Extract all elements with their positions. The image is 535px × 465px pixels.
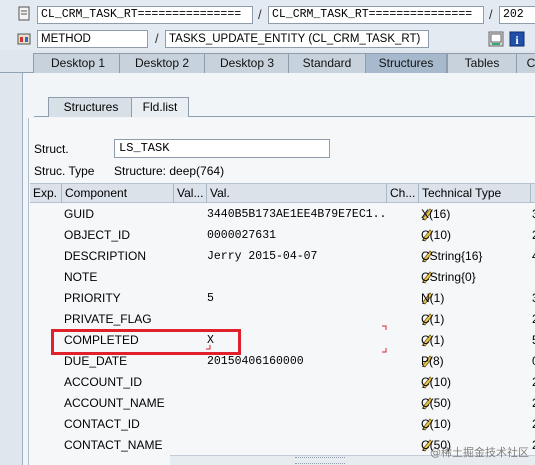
component-cell: ACCOUNT_ID (64, 375, 143, 389)
col-header-technical-type[interactable]: Technical Type (419, 184, 531, 203)
desktop-tab-strip: Desktop 1 Desktop 2 Desktop 3 Standard S… (0, 51, 535, 73)
table-row: CONTACT_IDC(10)2 (30, 414, 535, 435)
class-field-2[interactable]: CL_CRM_TASK_RT=============== (268, 6, 484, 24)
technical-type-cell: C(10) (421, 228, 452, 242)
method-value-field[interactable]: TASKS_UPDATE_ENTITY (CL_CRM_TASK_RT) (165, 30, 429, 48)
col-header-val-short[interactable]: Val... (174, 184, 207, 203)
table-header: Exp. Component Val... Val. Ch... Technic… (30, 183, 535, 203)
component-cell: NOTE (64, 270, 98, 284)
component-cell: PRIVATE_FLAG (64, 312, 152, 326)
scroll-grip-icon[interactable] (295, 457, 345, 464)
struct-label: Struct. (34, 142, 69, 156)
technical-type-cell: C(10) (421, 375, 452, 389)
struc-type-label: Struc. Type (34, 164, 95, 178)
tab-desktop-1[interactable]: Desktop 1 (33, 53, 123, 73)
value-cell[interactable] (207, 414, 385, 435)
technical-type-cell: C(1) (421, 312, 445, 326)
tab-desktop-3[interactable]: Desktop 3 (204, 53, 290, 73)
struct-name-input[interactable]: LS_TASK (114, 139, 330, 158)
watermark: @稀土掘金技术社区 (430, 446, 529, 459)
class-field-1[interactable]: CL_CRM_TASK_RT=============== (37, 6, 253, 24)
technical-type-cell: CString{0} (421, 270, 476, 284)
table-row: ACCOUNT_IDC(10)2 (30, 372, 535, 393)
value-cell[interactable] (207, 309, 385, 330)
separator: / (489, 7, 493, 22)
value-cell[interactable] (207, 372, 385, 393)
component-cell: OBJECT_ID (64, 228, 131, 242)
value-cell[interactable] (207, 393, 385, 414)
technical-type-cell: CString{16} (421, 249, 483, 263)
value-cell[interactable] (207, 435, 385, 456)
value-cell[interactable]: 3440B5B173AE1EE4B79E7EC1... (207, 204, 385, 225)
table-row: ACCOUNT_NAMEC(50)2 (30, 393, 535, 414)
table-row: DESCRIPTIONJerry 2015-04-07CString{16}4 (30, 246, 535, 267)
toolbar-row-1: CL_CRM_TASK_RT=============== / CL_CRM_T… (0, 0, 535, 28)
technical-type-cell: P(8) (421, 354, 444, 368)
table-row: PRIVATE_FLAGC(1)2 (30, 309, 535, 330)
separator: / (258, 7, 262, 22)
component-cell: CONTACT_NAME (64, 438, 163, 452)
technical-type-cell: C(1) (421, 333, 445, 347)
value-cell[interactable]: 0000027631 (207, 225, 385, 246)
value-cell[interactable] (207, 267, 385, 288)
table-row: PRIORITY5N(1)3 (30, 288, 535, 309)
tab-more[interactable]: C (516, 53, 535, 73)
component-cell: DESCRIPTION (64, 249, 147, 263)
component-cell: GUID (64, 207, 94, 221)
col-header-change[interactable]: Ch... (387, 184, 419, 203)
doc-icon (16, 6, 32, 22)
component-cell: PRIORITY (64, 291, 121, 305)
highlight-box (51, 329, 241, 355)
method-label: METHOD (37, 30, 148, 48)
table-row: OBJECT_ID0000027631C(10)2 (30, 225, 535, 246)
subtab-fld-list[interactable]: Fld.list (131, 97, 189, 117)
cursor-mark (382, 325, 387, 353)
component-cell: CONTACT_ID (64, 417, 140, 431)
cursor-mark-left (206, 345, 211, 350)
technical-type-cell: X(16) (421, 207, 451, 221)
tab-desktop-2[interactable]: Desktop 2 (119, 53, 205, 73)
struc-type-value: Structure: deep(764) (114, 164, 225, 178)
info-icon[interactable]: i (509, 31, 525, 47)
col-header-val[interactable]: Val. (207, 184, 387, 203)
col-header-length[interactable]: L (531, 184, 535, 203)
value-cell[interactable]: Jerry 2015-04-07 (207, 246, 385, 267)
col-header-component[interactable]: Component (62, 184, 174, 203)
tab-standard[interactable]: Standard (288, 53, 366, 73)
technical-type-cell: N(1) (421, 291, 445, 305)
separator: / (155, 31, 159, 46)
display-code-icon[interactable] (488, 31, 504, 47)
method-icon (16, 31, 32, 47)
toolbar-row-2: METHOD / TASKS_UPDATE_ENTITY (CL_CRM_TAS… (0, 28, 535, 50)
subtab-structures[interactable]: Structures (48, 97, 134, 117)
table-row: NOTE CString{0} (30, 267, 535, 288)
technical-type-cell: C(10) (421, 417, 452, 431)
line-number-field[interactable]: 202 (499, 6, 535, 24)
sub-tab-strip: Structures Fld.list (34, 95, 535, 117)
tab-tables[interactable]: Tables (447, 53, 517, 73)
value-cell[interactable]: 5 (207, 288, 385, 309)
technical-type-cell: C(50) (421, 396, 452, 410)
col-header-exp[interactable]: Exp. (30, 184, 62, 203)
tab-structures[interactable]: Structures (365, 53, 447, 73)
table-row: GUID3440B5B173AE1EE4B79E7EC1...X(16)3 (30, 204, 535, 225)
component-cell: ACCOUNT_NAME (64, 396, 165, 410)
